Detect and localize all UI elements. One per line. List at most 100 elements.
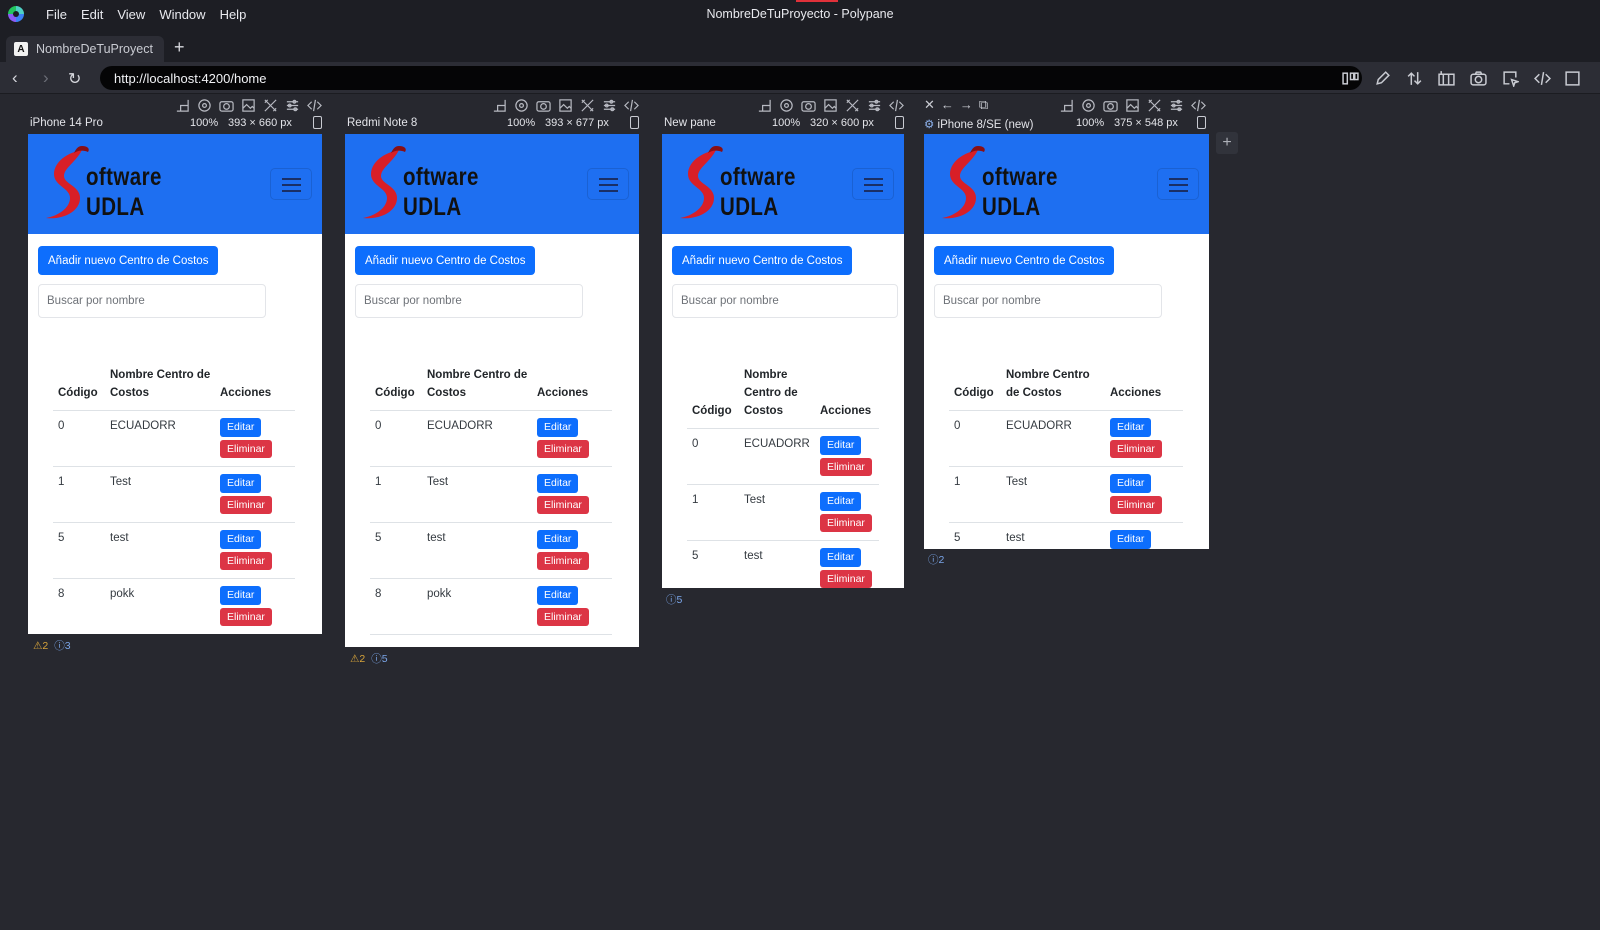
resize-icon[interactable] (757, 98, 772, 113)
software-udla-logo[interactable]: oftware UDLA (42, 146, 192, 222)
search-input[interactable]: Buscar por nombre (672, 284, 898, 318)
edit-button[interactable]: Editar (1110, 474, 1152, 493)
delete-button[interactable]: Eliminar (820, 569, 872, 588)
menu-file[interactable]: File (46, 7, 67, 22)
warning-count[interactable]: ⚠2 (33, 640, 48, 652)
image-icon[interactable] (558, 98, 573, 113)
menu-view[interactable]: View (117, 7, 145, 22)
resize-icon[interactable] (175, 98, 190, 113)
pane-device-name[interactable]: iPhone 14 Pro (30, 117, 103, 129)
delete-button[interactable]: Eliminar (537, 439, 589, 458)
image-icon[interactable] (1125, 98, 1140, 113)
new-tab-button[interactable]: + (174, 37, 185, 58)
software-udla-logo[interactable]: oftware UDLA (676, 146, 826, 222)
tools-icon[interactable] (263, 98, 278, 113)
camera-icon[interactable] (219, 98, 234, 113)
software-udla-logo[interactable]: oftware UDLA (938, 146, 1088, 222)
menu-window[interactable]: Window (159, 7, 205, 22)
settings-sliders-icon[interactable] (867, 98, 882, 113)
accessibility-icon[interactable] (1081, 98, 1096, 113)
layout-icon[interactable] (1340, 68, 1360, 88)
tools-icon[interactable] (845, 98, 860, 113)
rotate-device-icon[interactable] (1197, 116, 1206, 129)
delete-button[interactable]: Eliminar (820, 457, 872, 476)
rotate-device-icon[interactable] (313, 116, 322, 129)
rotate-device-icon[interactable] (630, 116, 639, 129)
edit-button[interactable]: Editar (220, 530, 262, 549)
hamburger-menu-button[interactable] (270, 168, 312, 200)
url-input[interactable]: http://localhost:4200/home (100, 66, 1362, 90)
edit-button[interactable]: Editar (537, 586, 579, 605)
camera-icon[interactable] (1103, 98, 1118, 113)
pane-reload-icon[interactable]: ⧉ (979, 98, 988, 112)
pane-back-icon[interactable]: ← (941, 98, 954, 112)
pane-dimensions[interactable]: 393 × 677 px (545, 117, 609, 129)
grid-overlay-icon[interactable] (1436, 68, 1456, 88)
sync-scroll-icon[interactable] (1404, 68, 1424, 88)
add-cost-center-button[interactable]: Añadir nuevo Centro de Costos (38, 246, 219, 275)
delete-button[interactable]: Eliminar (220, 439, 272, 458)
pane-dimensions[interactable]: 393 × 660 px (228, 117, 292, 129)
forward-icon[interactable]: › (43, 68, 49, 88)
edit-button[interactable]: Editar (220, 474, 262, 493)
settings-sliders-icon[interactable] (602, 98, 617, 113)
rotate-device-icon[interactable] (895, 116, 904, 129)
pane-dimensions[interactable]: 375 × 548 px (1114, 117, 1178, 129)
inspect-icon[interactable] (1500, 68, 1520, 88)
browser-tab[interactable]: A NombreDeTuProyect (6, 36, 164, 62)
sidebar-icon[interactable] (1562, 68, 1582, 88)
add-cost-center-button[interactable]: Añadir nuevo Centro de Costos (355, 246, 536, 275)
code-icon[interactable] (624, 98, 639, 113)
edit-button[interactable]: Editar (820, 436, 862, 455)
pane-device-name[interactable]: New pane (664, 117, 716, 129)
search-input[interactable]: Buscar por nombre (355, 284, 583, 318)
code-icon[interactable] (307, 98, 322, 113)
resize-icon[interactable] (1059, 98, 1074, 113)
pane-device-name[interactable]: Redmi Note 8 (347, 117, 417, 129)
tools-icon[interactable] (580, 98, 595, 113)
warning-count[interactable]: ⚠2 (350, 653, 365, 665)
edit-button[interactable]: Editar (1110, 530, 1152, 549)
accessibility-icon[interactable] (514, 98, 529, 113)
search-input[interactable]: Buscar por nombre (38, 284, 266, 318)
info-count[interactable]: ⓘ2 (928, 552, 944, 567)
hamburger-menu-button[interactable] (587, 168, 629, 200)
accessibility-icon[interactable] (779, 98, 794, 113)
add-cost-center-button[interactable]: Añadir nuevo Centro de Costos (672, 246, 853, 275)
info-count[interactable]: ⓘ5 (371, 651, 387, 666)
info-count[interactable]: ⓘ5 (666, 592, 682, 607)
pane-dimensions[interactable]: 320 × 600 px (810, 117, 874, 129)
delete-button[interactable]: Eliminar (220, 607, 272, 626)
code-icon[interactable] (889, 98, 904, 113)
delete-button[interactable]: Eliminar (220, 495, 272, 514)
menu-edit[interactable]: Edit (81, 7, 103, 22)
reload-icon[interactable]: ↻ (68, 69, 81, 89)
close-pane-icon[interactable]: ✕ (924, 98, 935, 112)
edit-button[interactable]: Editar (820, 492, 862, 511)
delete-button[interactable]: Eliminar (537, 607, 589, 626)
hamburger-menu-button[interactable] (852, 168, 894, 200)
settings-sliders-icon[interactable] (1169, 98, 1184, 113)
pane-zoom[interactable]: 100% (772, 117, 800, 129)
add-cost-center-button[interactable]: Añadir nuevo Centro de Costos (934, 246, 1115, 275)
delete-button[interactable]: Eliminar (820, 513, 872, 532)
menu-help[interactable]: Help (220, 7, 247, 22)
delete-button[interactable]: Eliminar (537, 495, 589, 514)
delete-button[interactable]: Eliminar (537, 551, 589, 570)
software-udla-logo[interactable]: oftware UDLA (359, 146, 509, 222)
image-icon[interactable] (241, 98, 256, 113)
accessibility-icon[interactable] (197, 98, 212, 113)
devtools-icon[interactable] (1532, 68, 1552, 88)
edit-button[interactable]: Editar (537, 418, 579, 437)
screenshot-icon[interactable] (1468, 68, 1488, 88)
edit-button[interactable]: Editar (220, 418, 262, 437)
delete-button[interactable]: Eliminar (1110, 495, 1162, 514)
edit-button[interactable]: Editar (537, 530, 579, 549)
pane-zoom[interactable]: 100% (507, 117, 535, 129)
add-pane-button[interactable]: + (1216, 132, 1238, 154)
info-count[interactable]: ⓘ3 (54, 638, 70, 653)
back-icon[interactable]: ‹ (12, 68, 18, 88)
delete-button[interactable]: Eliminar (1110, 439, 1162, 458)
search-input[interactable]: Buscar por nombre (934, 284, 1162, 318)
pane-device-name[interactable]: ⚙ iPhone 8/SE (new) (924, 117, 1033, 131)
